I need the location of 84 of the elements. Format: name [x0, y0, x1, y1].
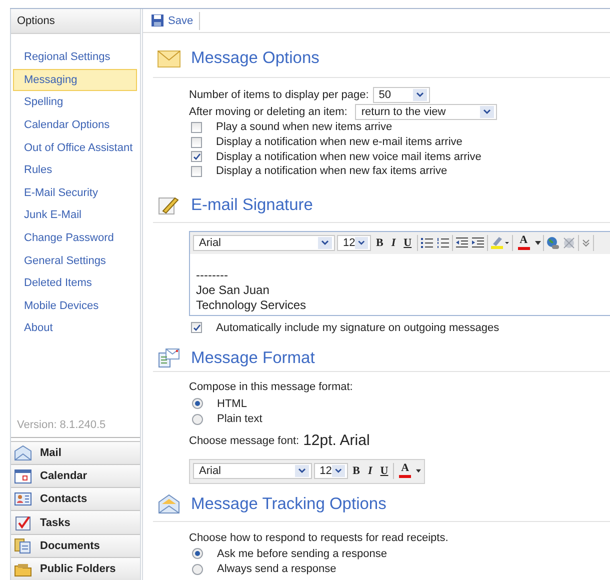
underline-button[interactable]: U: [400, 234, 415, 251]
navigation-button[interactable]: Tasks: [11, 510, 140, 534]
signature-line: --------: [196, 268, 229, 283]
section-heading: E-mail Signature: [191, 196, 313, 215]
sidebar-item[interactable]: Change Password: [13, 226, 137, 250]
calendar-icon: [14, 468, 32, 484]
signature-line: Technology Services: [196, 298, 308, 313]
navigation-button[interactable]: Contacts: [11, 487, 140, 510]
font-color-button[interactable]: A: [396, 462, 414, 480]
sidebar-title: Options: [11, 9, 140, 34]
checkbox-label: Play a sound when new items arrive: [216, 121, 392, 134]
radio-button[interactable]: [192, 414, 203, 424]
navigation-button[interactable]: Public Folders: [11, 556, 140, 580]
radio-label: HTML: [217, 398, 247, 410]
font-size-dropdown[interactable]: 12: [314, 463, 348, 480]
field-label: Choose how to respond to requests for read receipts.: [189, 532, 448, 544]
sidebar-item[interactable]: Calendar Options: [13, 114, 137, 136]
section-heading: Message Format: [191, 348, 315, 368]
bold-button[interactable]: B: [373, 234, 386, 251]
sidebar-item[interactable]: Rules: [13, 158, 137, 182]
sidebar-item[interactable]: General Settings: [13, 249, 137, 272]
version-label: Version: 8.1.240.5: [16, 418, 107, 433]
save-button[interactable]: Save: [149, 12, 200, 30]
sidebar-item[interactable]: Mobile Devices: [13, 294, 137, 318]
field-label: After moving or deleting an item:: [189, 106, 348, 118]
documents-icon: [14, 538, 32, 554]
sidebar-item[interactable]: Regional Settings: [13, 46, 137, 69]
italic-button[interactable]: I: [365, 463, 376, 480]
checkbox-label: Automatically include my signature on outgoing messages: [216, 322, 500, 334]
field-label: Compose in this message format:: [189, 381, 353, 394]
radio-label: Always send a response: [217, 563, 336, 575]
checkbox-label: Display a notification when new fax items arrive: [216, 165, 448, 178]
contact-card-icon: [14, 491, 32, 508]
font-size-dropdown[interactable]: 12: [337, 234, 371, 251]
font-dropdown[interactable]: Arial: [193, 463, 312, 480]
sidebar-item[interactable]: Junk E-Mail: [13, 204, 137, 227]
section-heading: Message Options: [191, 49, 320, 68]
globe-link-icon[interactable]: [546, 236, 560, 250]
checkbox[interactable]: [191, 322, 202, 334]
envelope-icon: [14, 444, 32, 461]
sidebar-item[interactable]: About: [13, 317, 137, 340]
bold-button[interactable]: B: [350, 463, 363, 480]
decrease-indent-icon[interactable]: [454, 236, 469, 249]
field-label: Choose message font:: [189, 434, 300, 447]
font-color-button[interactable]: A: [514, 234, 533, 252]
increase-indent-icon[interactable]: [470, 236, 485, 249]
document-envelope-icon: [157, 347, 181, 370]
radio-button[interactable]: [192, 548, 203, 559]
radio-label: Plain text: [217, 413, 262, 425]
section-heading: Message Tracking Options: [191, 494, 386, 514]
bullet-list-icon[interactable]: [420, 236, 434, 249]
radio-label: Ask me before sending a response: [217, 548, 387, 560]
underline-button[interactable]: U: [377, 463, 392, 480]
navigation-button[interactable]: Documents: [11, 534, 140, 557]
checkbox[interactable]: [191, 136, 202, 148]
checkbox[interactable]: [191, 166, 202, 177]
radio-button[interactable]: [192, 564, 203, 574]
checkbox-label: Display a notification when new e-mail items arrive: [216, 136, 462, 148]
envelope-icon: [157, 493, 181, 516]
checkbox[interactable]: [191, 151, 202, 162]
sidebar-item[interactable]: Deleted Items: [13, 272, 137, 295]
expand-chevron-icon[interactable]: [580, 238, 591, 248]
signature-line: Joe San Juan: [196, 282, 270, 298]
radio-button[interactable]: [192, 398, 203, 409]
italic-button[interactable]: I: [388, 234, 399, 251]
envelope-icon: [157, 50, 181, 68]
after-move-dropdown[interactable]: return to the view: [355, 104, 498, 120]
navigation-button[interactable]: Mail: [11, 440, 140, 464]
sidebar-item[interactable]: Spelling: [13, 91, 137, 114]
clipboard-check-icon: [14, 514, 32, 531]
font-preview: 12pt. Arial: [303, 432, 370, 450]
sidebar-item[interactable]: E-Mail Security: [13, 182, 137, 204]
caret-icon[interactable]: [416, 469, 422, 474]
checkbox[interactable]: [191, 122, 202, 133]
caret-icon[interactable]: [534, 240, 541, 245]
sidebar-item[interactable]: Out of Office Assistant: [13, 136, 137, 159]
numbered-list-icon[interactable]: [436, 236, 450, 249]
sidebar-item[interactable]: Messaging: [13, 68, 137, 92]
signature-editor[interactable]: Arial 12 B I U A -------- Joe San Juan Technology Services: [189, 230, 610, 316]
field-label: Number of items to display per page:: [189, 88, 369, 100]
font-dropdown[interactable]: Arial: [193, 234, 335, 251]
navigation-button[interactable]: Calendar: [11, 464, 140, 488]
checkbox-label: Display a notification when new voice mail items arrive: [216, 150, 482, 163]
items-per-page-dropdown[interactable]: 50: [372, 86, 430, 102]
